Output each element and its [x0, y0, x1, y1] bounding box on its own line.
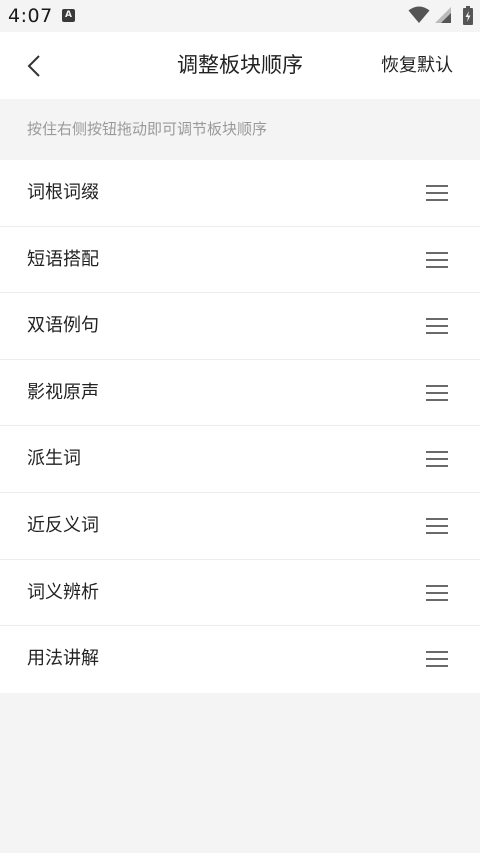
back-button[interactable]: [14, 46, 54, 86]
section-label: 近反义词: [27, 514, 99, 536]
drag-handle-icon[interactable]: [426, 383, 448, 403]
drag-handle-icon[interactable]: [426, 183, 448, 203]
signal-icon: [435, 7, 451, 23]
drag-handle-icon[interactable]: [426, 316, 448, 336]
wifi-icon: [408, 6, 430, 23]
section-list: 词根词缀 短语搭配 双语例句 影视原声 派生词 近反义词 词义辨析 用法讲解: [0, 160, 480, 693]
drag-handle-icon[interactable]: [426, 250, 448, 270]
section-row: 词根词缀: [0, 160, 480, 227]
status-time: 4:07: [8, 5, 53, 27]
restore-default-button[interactable]: 恢复默认: [381, 32, 453, 99]
section-label: 短语搭配: [27, 248, 99, 270]
section-row: 短语搭配: [0, 227, 480, 294]
section-row: 影视原声: [0, 360, 480, 427]
section-label: 双语例句: [27, 315, 99, 337]
section-row: 派生词: [0, 426, 480, 493]
section-label: 派生词: [27, 448, 81, 470]
drag-handle-icon[interactable]: [426, 516, 448, 536]
drag-handle-icon[interactable]: [426, 583, 448, 603]
section-label: 影视原声: [27, 381, 99, 403]
notification-app-icon: A: [62, 9, 75, 22]
section-label: 词根词缀: [27, 182, 99, 203]
section-row: 双语例句: [0, 293, 480, 360]
drag-handle-icon[interactable]: [426, 449, 448, 469]
section-row: 用法讲解: [0, 626, 480, 693]
hint-bar: 按住右侧按钮拖动即可调节板块顺序: [0, 99, 480, 160]
section-row: 词义辨析: [0, 560, 480, 627]
app-bar: 调整板块顺序 恢复默认: [0, 32, 480, 99]
drag-handle-icon[interactable]: [426, 649, 448, 669]
battery-icon: [463, 6, 473, 25]
section-label: 词义辨析: [27, 581, 99, 603]
status-bar: 4:07 A: [0, 0, 480, 32]
section-row: 近反义词: [0, 493, 480, 560]
chevron-left-icon: [27, 55, 40, 77]
section-label: 用法讲解: [27, 648, 99, 670]
hint-text: 按住右侧按钮拖动即可调节板块顺序: [27, 120, 268, 138]
